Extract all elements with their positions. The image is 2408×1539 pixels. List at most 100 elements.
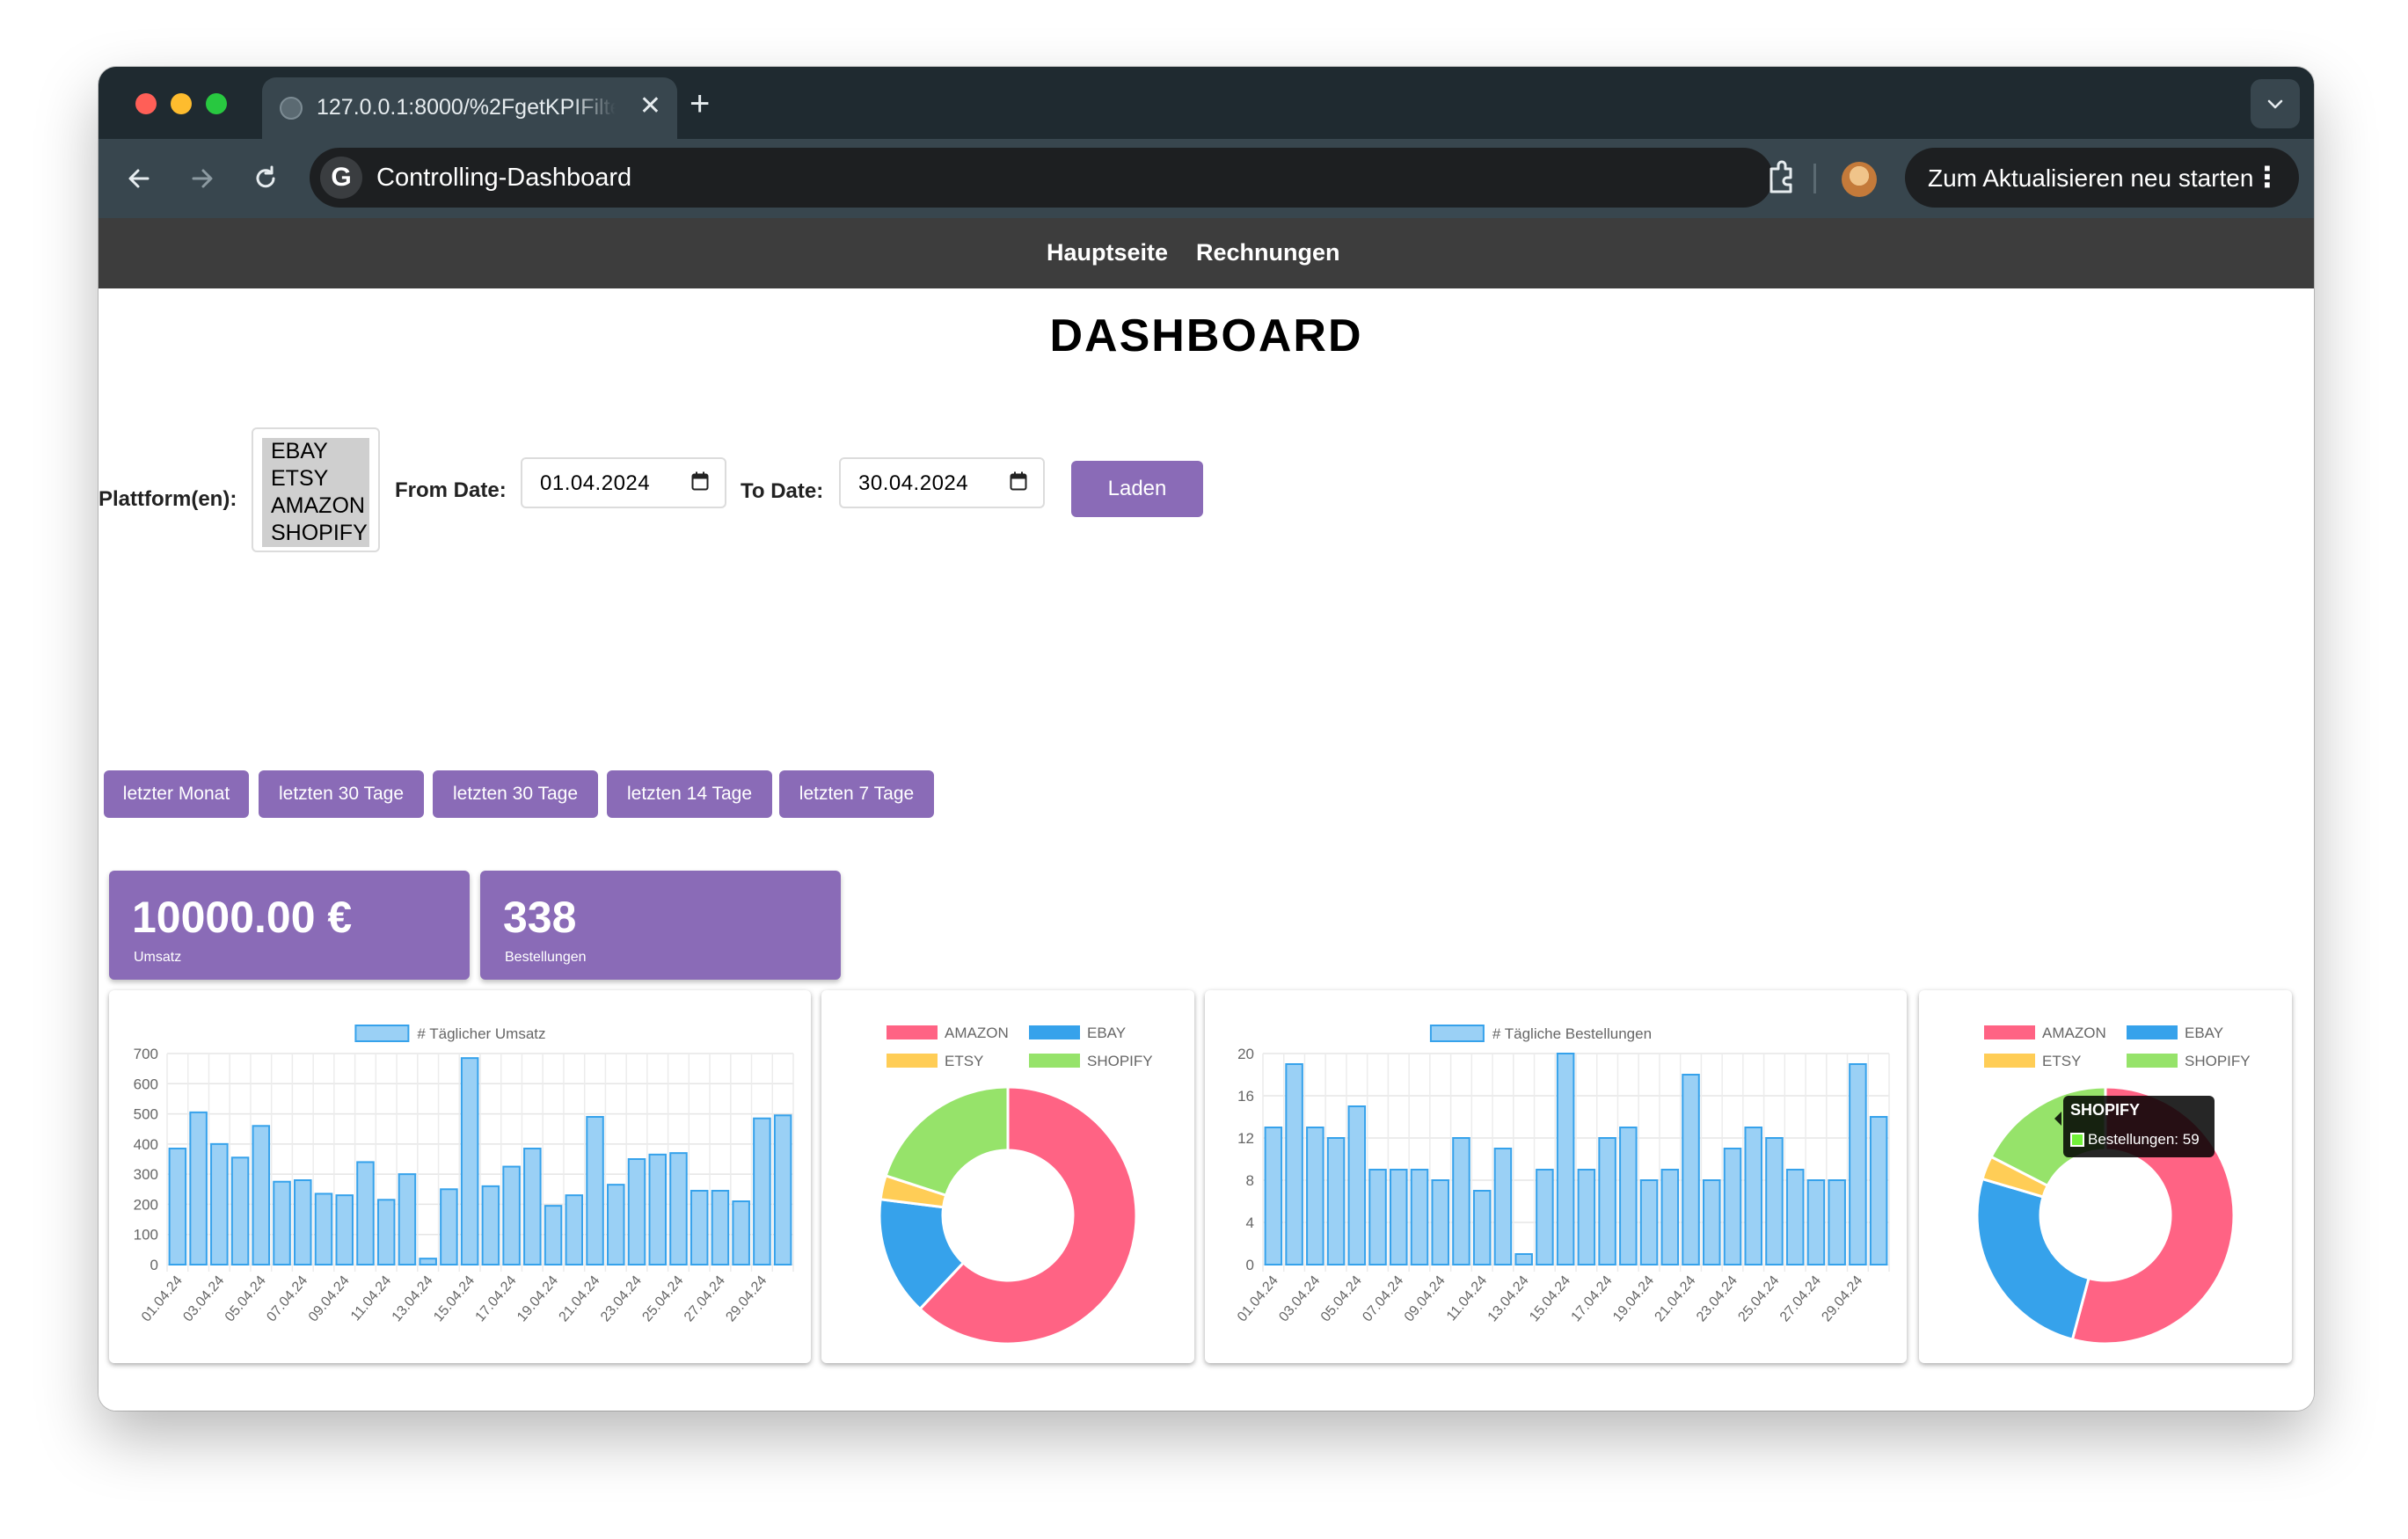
platform-option[interactable]: ETSY: [262, 465, 369, 492]
kebab-menu-icon[interactable]: ⋮: [2253, 160, 2281, 193]
last-7-days-button[interactable]: letzten 7 Tage: [779, 770, 934, 818]
bar: [1849, 1063, 1867, 1265]
bar: [1785, 1169, 1805, 1265]
page-title: DASHBOARD: [1049, 310, 1363, 361]
close-window-button[interactable]: [135, 93, 157, 114]
bar: [230, 1156, 250, 1266]
platform-option[interactable]: EBAY: [262, 438, 369, 465]
minimize-window-button[interactable]: [171, 93, 192, 114]
reload-icon[interactable]: [248, 161, 283, 196]
y-tick-label: 0: [1246, 1257, 1254, 1273]
bar: [732, 1200, 750, 1265]
to-date-input[interactable]: 30.04.2024: [839, 457, 1045, 508]
x-tick-label: 11.04.24: [1444, 1273, 1490, 1324]
tooltip-body: Bestellungen: 59: [2088, 1131, 2200, 1148]
restart-to-update-button[interactable]: Zum Aktualisieren neu starten ⋮: [1905, 148, 2299, 208]
daily-revenue-chart[interactable]: # Täglicher Umsatz 0 100 200 300 400 500 600 700…: [109, 990, 811, 1363]
close-tab-icon[interactable]: ✕: [639, 93, 661, 120]
bar: [1682, 1074, 1700, 1265]
bar: [773, 1114, 792, 1265]
toolbar-divider: [1813, 164, 1816, 193]
maximize-window-button[interactable]: [206, 93, 227, 114]
x-tick-label: 07.04.24: [264, 1273, 310, 1325]
orders-platform-chart-card: AMAZON EBAY ETSY SHOPIFY SHOPIFY Bestellung…: [1919, 990, 2292, 1363]
nav-link-invoices[interactable]: Rechnungen: [1196, 239, 1340, 266]
last-30-days-button[interactable]: letzten 30 Tage: [259, 770, 424, 818]
bar: [711, 1190, 730, 1265]
load-button[interactable]: Laden: [1071, 461, 1203, 517]
y-tick-label: 500: [134, 1106, 158, 1123]
orders-platform-doughnut[interactable]: AMAZON EBAY ETSY SHOPIFY: [1919, 990, 2292, 1363]
legend-label: SHOPIFY: [2185, 1053, 2251, 1069]
y-tick-label: 20: [1237, 1046, 1254, 1062]
bar: [314, 1193, 333, 1265]
x-tick-label: 03.04.24: [180, 1273, 227, 1325]
legend-label: SHOPIFY: [1087, 1053, 1153, 1069]
bar: [294, 1179, 312, 1265]
nav-link-main[interactable]: Hauptseite: [1047, 239, 1168, 266]
bar: [1347, 1105, 1367, 1265]
bar: [168, 1148, 187, 1265]
bar: [648, 1153, 667, 1266]
kpi-value: 338: [503, 893, 577, 942]
bar: [481, 1185, 500, 1266]
platform-option[interactable]: SHOPIFY: [262, 520, 369, 547]
x-tick-label: 15.04.24: [1527, 1273, 1573, 1325]
revenue-platform-doughnut[interactable]: AMAZON EBAY ETSY SHOPIFY: [821, 990, 1194, 1363]
doughnut-slice: [1975, 1177, 2091, 1341]
x-tick-label: 13.04.24: [390, 1273, 436, 1325]
legend-label: ETSY: [2042, 1053, 2081, 1069]
web-page: Hauptseite Rechnungen DASHBOARD Plattfor…: [99, 218, 2314, 1411]
bar: [1410, 1169, 1429, 1265]
legend-swatch: [1429, 1025, 1485, 1042]
x-tick-label: 13.04.24: [1485, 1273, 1532, 1325]
calendar-icon[interactable]: [691, 471, 709, 491]
profile-avatar[interactable]: [1842, 162, 1877, 197]
y-tick-label: 100: [134, 1227, 158, 1244]
y-tick-label: 4: [1246, 1214, 1254, 1231]
bar: [356, 1161, 375, 1265]
platform-multiselect[interactable]: EBAY ETSY AMAZON SHOPIFY: [252, 427, 380, 552]
legend-label: ETSY: [945, 1053, 983, 1069]
forward-arrow-icon[interactable]: [185, 161, 220, 196]
google-icon: G: [320, 157, 362, 199]
bar: [565, 1194, 584, 1265]
tooltip-title: SHOPIFY: [2070, 1101, 2141, 1119]
legend-swatch: [1029, 1025, 1080, 1039]
from-date-input[interactable]: 01.04.2024: [521, 457, 726, 508]
platform-option[interactable]: AMAZON: [262, 492, 369, 520]
browser-tab[interactable]: 127.0.0.1:8000/%2FgetKPIFilter ✕: [262, 77, 677, 139]
bar: [753, 1117, 771, 1265]
bar: [1556, 1053, 1575, 1265]
y-tick-label: 12: [1237, 1130, 1254, 1147]
bar: [335, 1194, 354, 1265]
bar: [1703, 1179, 1721, 1265]
back-arrow-icon[interactable]: [121, 161, 157, 196]
last-14-days-button[interactable]: letzten 14 Tage: [607, 770, 772, 818]
x-tick-label: 01.04.24: [139, 1273, 186, 1325]
kpi-card-orders: 338 Bestellungen: [480, 871, 841, 980]
extensions-icon[interactable]: [1754, 155, 1806, 204]
last-30-days-button-2[interactable]: letzten 30 Tage: [433, 770, 598, 818]
legend-label: EBAY: [2185, 1025, 2223, 1041]
bar: [376, 1199, 396, 1266]
calendar-icon[interactable]: [1010, 471, 1027, 491]
address-bar[interactable]: G Controlling-Dashboard: [310, 148, 1773, 208]
last-month-button[interactable]: letzter Monat: [104, 770, 249, 818]
tab-title: 127.0.0.1:8000/%2FgetKPIFilter: [317, 95, 616, 120]
bar: [1869, 1116, 1888, 1265]
bar: [1765, 1137, 1784, 1265]
x-tick-label: 05.04.24: [223, 1273, 269, 1325]
bar: [440, 1188, 458, 1266]
bar: [1639, 1179, 1659, 1265]
doughnut-slice: [884, 1085, 1010, 1198]
bar: [1452, 1137, 1470, 1265]
y-tick-label: 600: [134, 1076, 158, 1092]
legend-swatch: [1029, 1054, 1080, 1068]
daily-orders-chart[interactable]: # Tägliche Bestellungen 0 4 8 12 16 20 01.04.24…: [1205, 990, 1907, 1363]
address-text: Controlling-Dashboard: [376, 164, 632, 192]
new-tab-button[interactable]: +: [690, 86, 710, 121]
legend-swatch: [887, 1025, 938, 1039]
bar: [690, 1190, 709, 1265]
tab-search-button[interactable]: [2251, 79, 2300, 128]
